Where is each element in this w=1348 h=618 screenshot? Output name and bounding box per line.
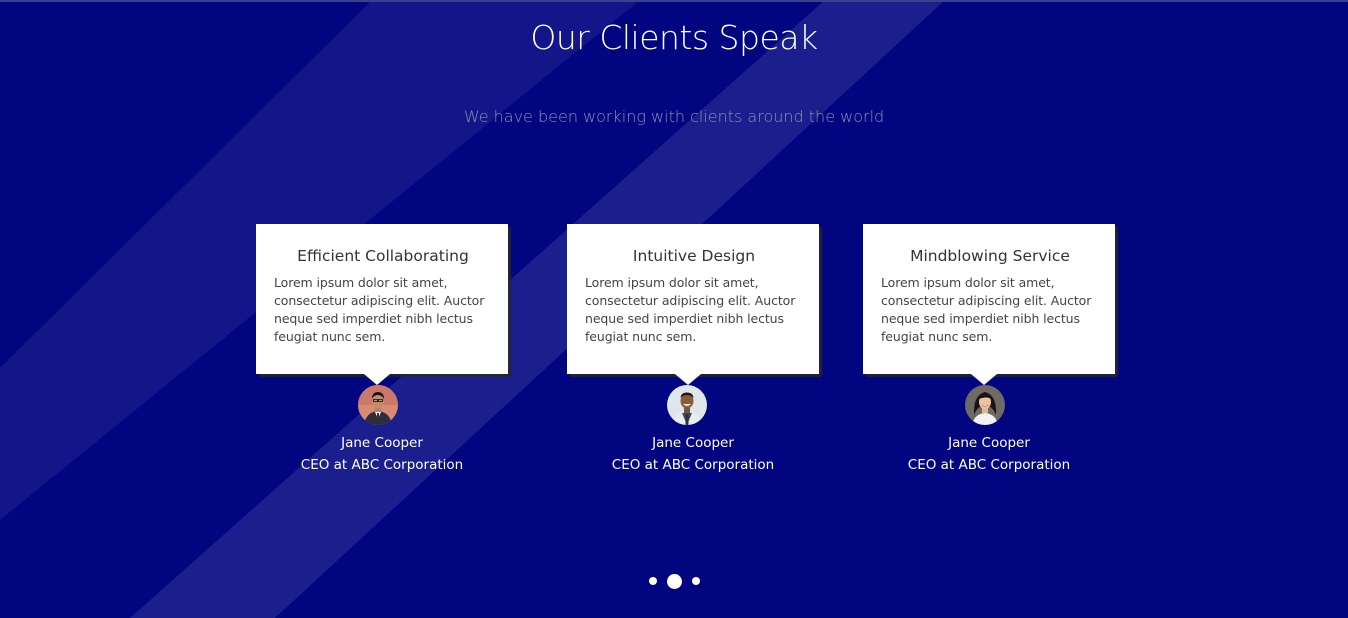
smiling-woman-photo-icon: [965, 385, 1005, 425]
section-title: Our Clients Speak: [530, 18, 818, 57]
avatar: [965, 385, 1005, 425]
carousel-pagination: [0, 573, 1348, 589]
testimonial-author-name: Jane Cooper: [948, 435, 1030, 451]
testimonial-item: Efficient Collaborating Lorem ipsum dolo…: [256, 224, 508, 473]
testimonial-card: Intuitive Design Lorem ipsum dolor sit a…: [567, 224, 819, 385]
testimonial-heading: Intuitive Design: [632, 247, 756, 265]
testimonial-card: Mindblowing Service Lorem ipsum dolor si…: [863, 224, 1115, 385]
testimonial-item: Intuitive Design Lorem ipsum dolor sit a…: [567, 224, 819, 473]
top-divider: [0, 0, 1348, 2]
testimonial-heading: Efficient Collaborating: [297, 247, 469, 265]
testimonial-text: Lorem ipsum dolor sit amet, consectetur …: [585, 275, 796, 344]
testimonial-author-role: CEO at ABC Corporation: [907, 457, 1071, 473]
testimonial-author-role: CEO at ABC Corporation: [611, 457, 775, 473]
testimonial-heading: Mindblowing Service: [910, 247, 1070, 265]
carousel-dot-1[interactable]: [648, 577, 657, 585]
avatar: [358, 385, 398, 425]
man-in-suit-photo-icon: [358, 385, 398, 425]
testimonial-card: Efficient Collaborating Lorem ipsum dolo…: [256, 224, 508, 385]
testimonial-text: Lorem ipsum dolor sit amet, consectetur …: [881, 275, 1092, 344]
testimonial-author-role: CEO at ABC Corporation: [300, 457, 464, 473]
testimonial-text: Lorem ipsum dolor sit amet, consectetur …: [274, 275, 485, 344]
carousel-dot-3[interactable]: [691, 577, 700, 585]
section-subtitle: We have been working with clients around…: [463, 107, 885, 126]
testimonial-item: Mindblowing Service Lorem ipsum dolor si…: [863, 224, 1115, 473]
testimonial-author-name: Jane Cooper: [341, 435, 423, 451]
avatar: [667, 385, 707, 425]
smiling-man-photo-icon: [667, 385, 707, 425]
carousel-dot-2[interactable]: [666, 573, 682, 589]
testimonial-author-name: Jane Cooper: [652, 435, 734, 451]
